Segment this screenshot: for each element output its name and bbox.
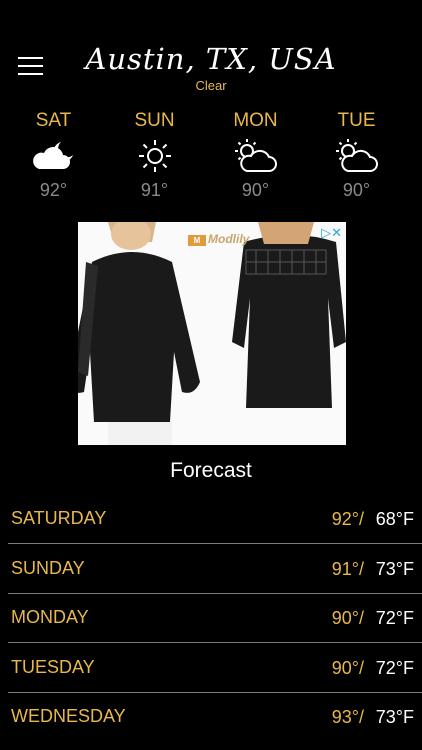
day-card-sat[interactable]: SAT 92° [3,110,104,201]
forecast-row[interactable]: SUNDAY 91°/ 73°F [0,548,422,598]
row-divider [8,642,422,643]
forecast-row[interactable]: MONDAY 90°/ 72°F [0,597,422,647]
forecast-day: MONDAY [11,607,89,627]
day-name: SUN [134,110,175,131]
partly-cloudy-day-icon [306,136,407,176]
row-divider [8,593,422,594]
day-card-tue[interactable]: TUE 90° [306,110,407,201]
day-name: SAT [35,110,72,131]
ad-product-image [78,222,346,445]
ad-brand-name: Modlily [208,232,250,246]
forecast-low: 72°F [375,658,414,678]
day-name: MON [233,110,278,131]
forecast-heading: Forecast [170,459,252,482]
day-name: TUE [337,110,376,131]
day-temp: 90° [342,180,371,200]
advertisement-banner[interactable]: M Modlily ▷✕ [78,222,346,445]
forecast-row[interactable]: WEDNESDAY 93°/ 73°F [0,696,422,746]
forecast-high: 91°/ [331,559,364,579]
partly-cloudy-day-icon [205,136,306,176]
forecast-day: SATURDAY [11,508,107,528]
forecast-high: 92°/ [331,509,364,529]
forecast-low: 68°F [375,509,414,529]
sun-icon [104,136,205,176]
forecast-day: SUNDAY [11,558,85,578]
daily-summary: SAT 92° SUN 91° MON 90° TUE 90° [3,110,407,201]
ad-brand-logo: M Modlily [188,232,249,246]
row-divider [8,692,422,693]
forecast-high: 90°/ [331,608,364,628]
forecast-row[interactable]: SATURDAY 92°/ 68°F [0,498,422,548]
forecast-day: TUESDAY [11,657,95,677]
forecast-high: 93°/ [331,707,364,727]
day-card-sun[interactable]: SUN 91° [104,110,205,201]
forecast-low: 72°F [375,608,414,628]
partly-cloudy-night-icon [3,136,104,176]
brand-logo-icon: M [188,235,206,246]
forecast-low: 73°F [375,707,414,727]
day-temp: 90° [241,180,270,200]
day-card-mon[interactable]: MON 90° [205,110,306,201]
forecast-low: 73°F [375,559,414,579]
current-condition: Clear [195,78,227,93]
day-temp: 91° [140,180,169,200]
forecast-high: 90°/ [331,658,364,678]
forecast-day: WEDNESDAY [11,706,126,726]
day-temp: 92° [39,180,68,200]
ad-choices-close-icon[interactable]: ▷✕ [321,225,342,241]
city-title: Austin, TX, USA [85,42,337,76]
row-divider [8,543,422,544]
forecast-row[interactable]: TUESDAY 90°/ 72°F [0,647,422,697]
